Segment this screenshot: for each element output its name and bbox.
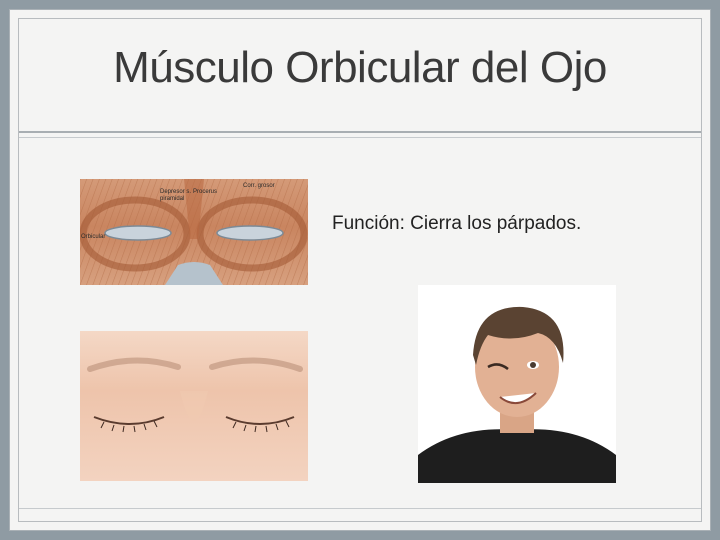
body-text: Función: Cierra los párpados. bbox=[332, 213, 582, 234]
anatomy-image: Corr. grosor Depresor s. piramidal Proce… bbox=[80, 179, 308, 285]
slide-frame: Músculo Orbicular del Ojo Función: Cierr… bbox=[18, 18, 702, 522]
title-band: Músculo Orbicular del Ojo bbox=[19, 19, 701, 133]
anatomy-label: Procerus bbox=[193, 189, 218, 195]
winking-man-image bbox=[418, 285, 616, 483]
slide-title: Músculo Orbicular del Ojo bbox=[113, 43, 607, 92]
closed-eyes-image bbox=[80, 331, 308, 481]
footer-rule bbox=[19, 508, 701, 509]
slide: Músculo Orbicular del Ojo Función: Cierr… bbox=[9, 9, 711, 531]
winking-man-illustration bbox=[418, 306, 616, 483]
closed-eyes-illustration bbox=[87, 357, 303, 433]
title-rule bbox=[19, 137, 701, 138]
anatomy-label: Orbicular bbox=[81, 234, 106, 240]
anatomy-label: Corr. grosor bbox=[243, 183, 275, 189]
